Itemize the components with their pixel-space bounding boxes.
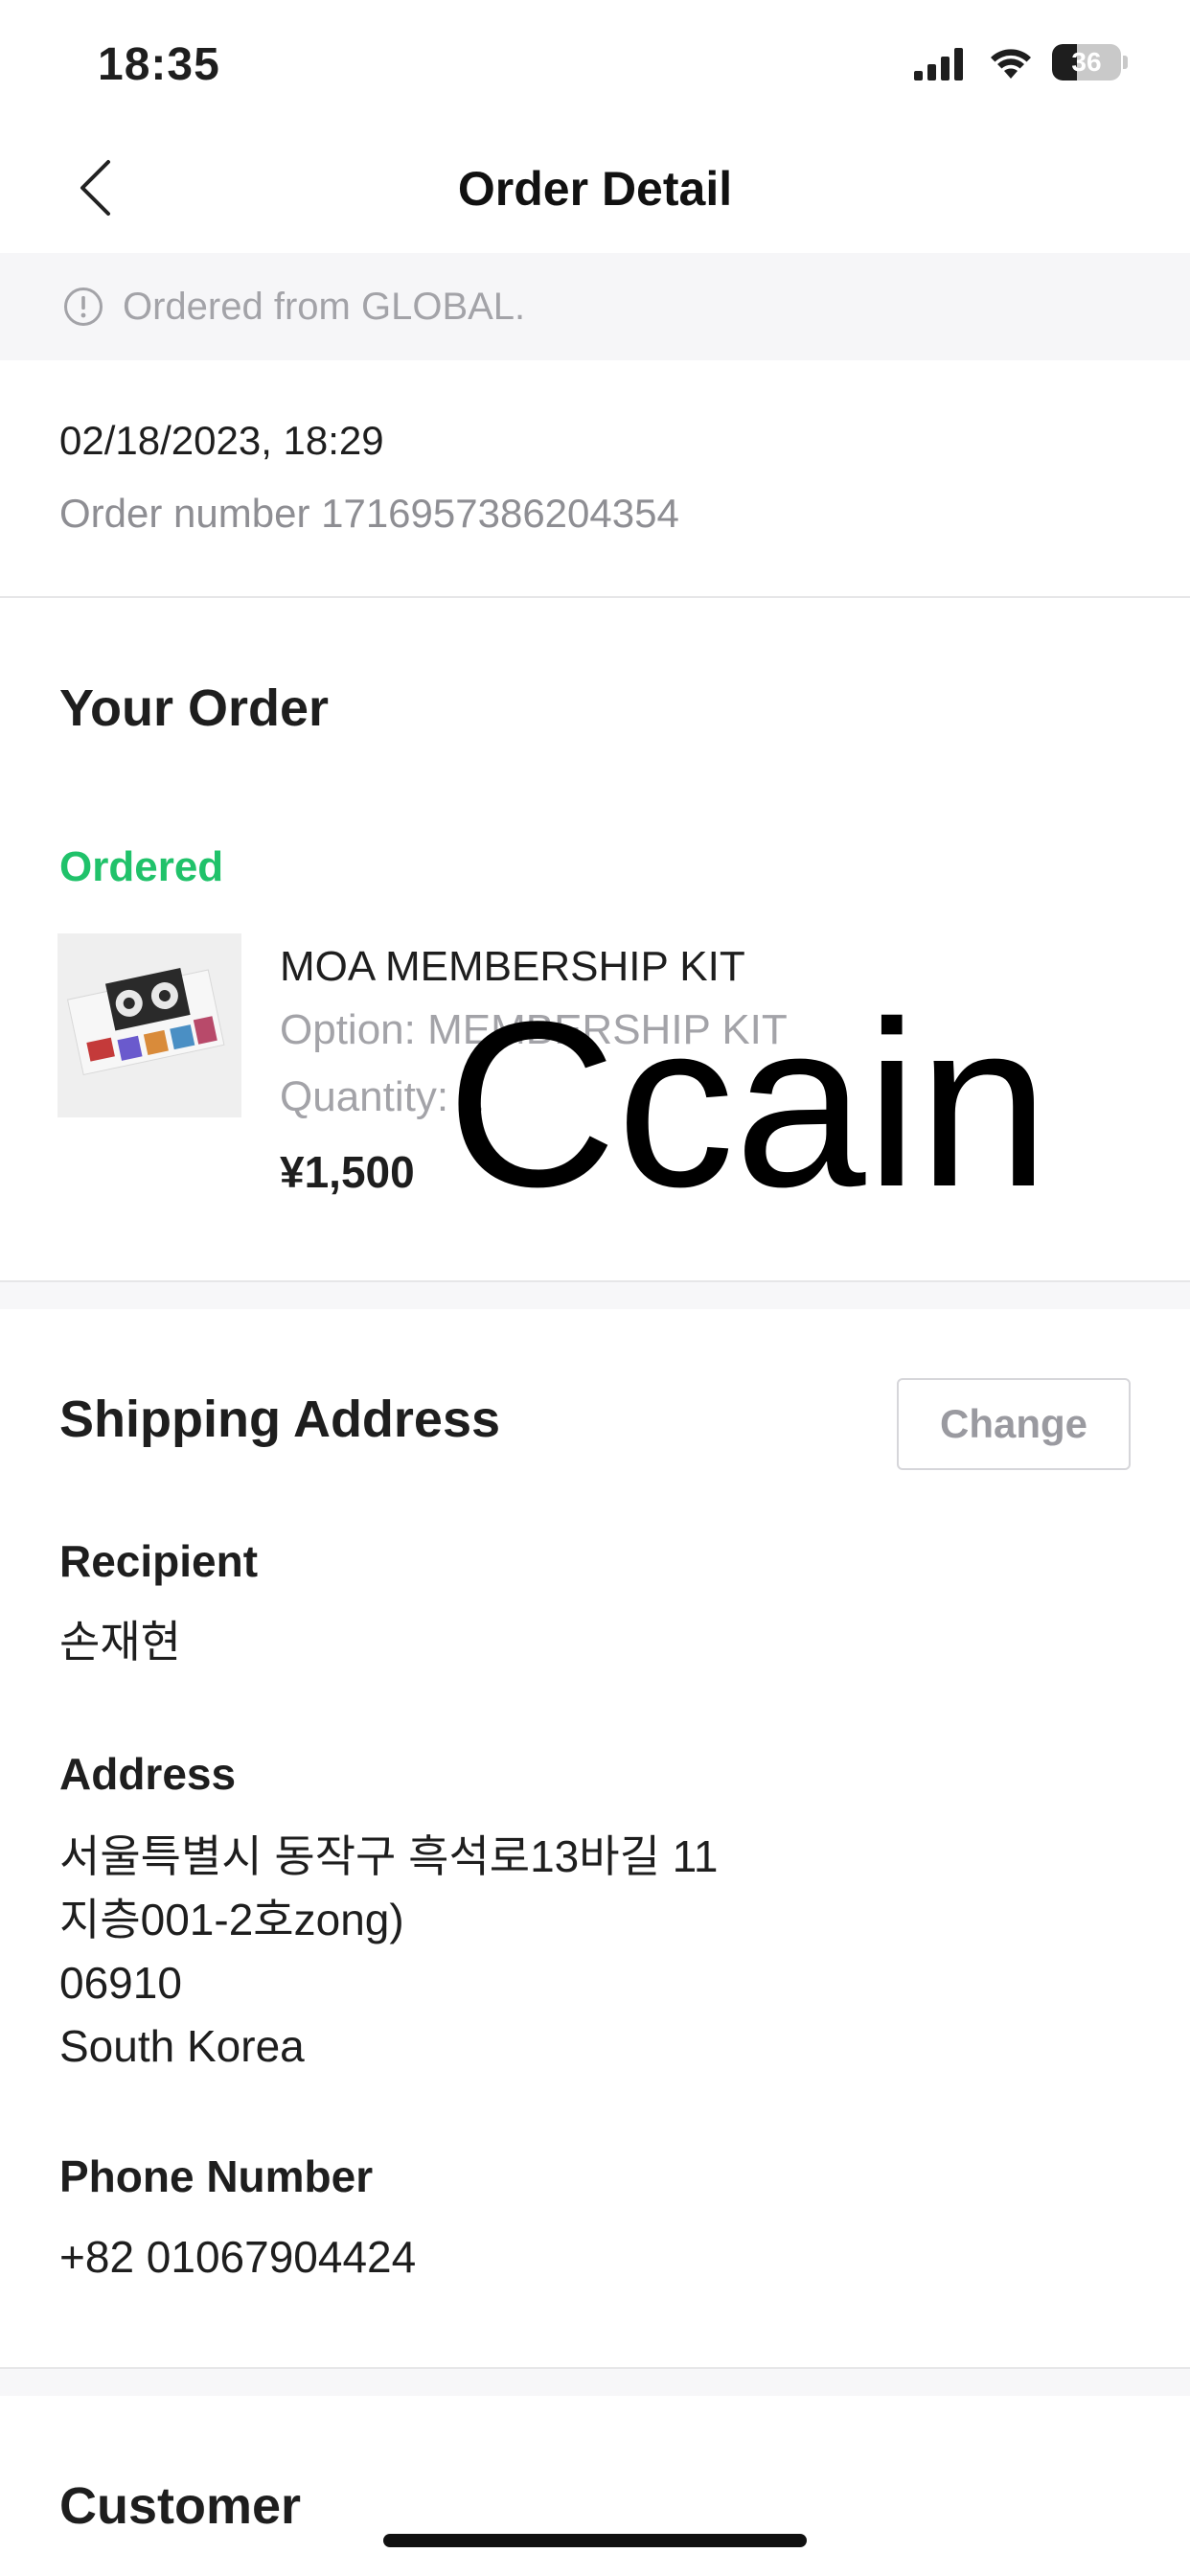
- battery-icon: 36: [1052, 44, 1128, 80]
- product-kit-image: [57, 933, 241, 1117]
- order-number: Order number 1716957386204354: [59, 491, 679, 536]
- overlay-watermark-text: Ccain: [446, 973, 1049, 1236]
- recipient-label: Recipient: [59, 1536, 259, 1586]
- home-indicator[interactable]: [383, 2534, 807, 2547]
- notice-text: Ordered from GLOBAL.: [123, 285, 526, 328]
- status-time: 18:35: [98, 39, 220, 90]
- your-order-title: Your Order: [59, 679, 330, 737]
- status-bar: 18:35 36: [0, 0, 1190, 126]
- order-detail-screen: 18:35 36 Order Detail Ordered from GLOBA…: [0, 0, 1190, 2576]
- customer-title: Customer: [59, 2477, 302, 2535]
- info-circle-icon: [64, 288, 103, 326]
- phone-label: Phone Number: [59, 2151, 374, 2201]
- order-date: 02/18/2023, 18:29: [59, 418, 384, 463]
- shipping-address-title: Shipping Address: [59, 1391, 501, 1448]
- address-line: South Korea: [59, 2021, 305, 2071]
- product-price: ¥1,500: [280, 1147, 415, 1197]
- battery-percent: 36: [1071, 47, 1102, 77]
- product-image[interactable]: [57, 933, 241, 1117]
- notice-banner: Ordered from GLOBAL.: [0, 253, 1190, 360]
- section-gap: [0, 2369, 1190, 2396]
- address-line: 06910: [59, 1958, 182, 2008]
- phone-value: +82 01067904424: [59, 2232, 417, 2282]
- change-address-button[interactable]: Change: [897, 1378, 1131, 1470]
- order-status-badge: Ordered: [59, 843, 224, 890]
- address-line: 지층001-2호zong): [59, 1895, 404, 1944]
- wifi-icon: [991, 49, 1031, 79]
- section-gap: [0, 1282, 1190, 1309]
- page-title: Order Detail: [457, 162, 733, 216]
- cellular-signal-icon: [914, 48, 963, 80]
- divider: [0, 596, 1190, 598]
- navigation-bar: Order Detail: [0, 126, 1190, 253]
- address-line: 서울특별시 동작구 흑석로13바길 11: [59, 1831, 719, 1881]
- recipient-value: 손재현: [59, 1617, 181, 1667]
- address-label: Address: [59, 1749, 237, 1799]
